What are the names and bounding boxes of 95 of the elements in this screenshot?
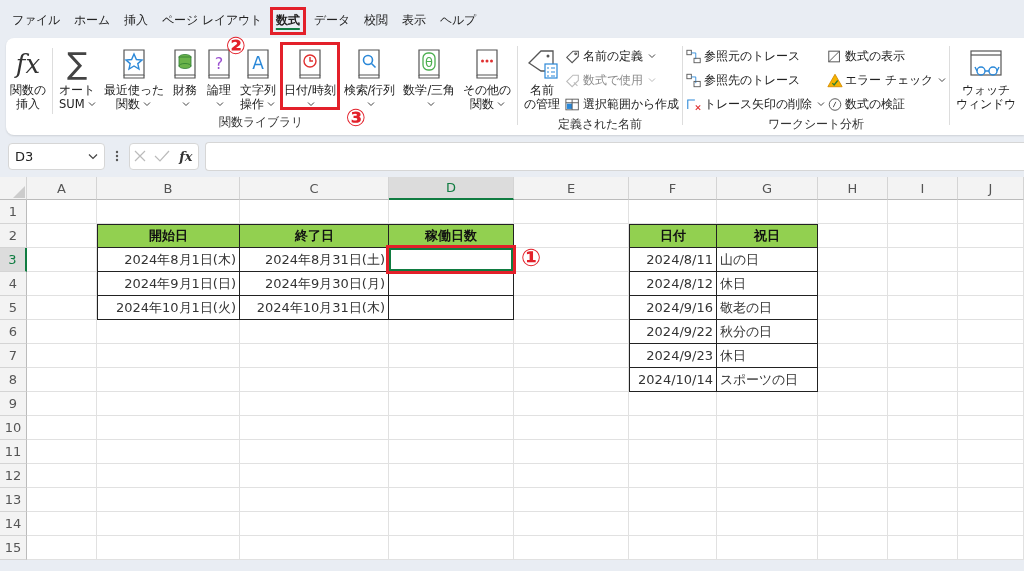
magnifier-book-icon	[356, 48, 383, 80]
ribbon-tab[interactable]: 挿入	[118, 7, 154, 35]
ribbon-tab[interactable]: 表示	[395, 7, 432, 35]
clock-book-icon	[296, 48, 323, 80]
ribbon-button[interactable]: 名前の定義	[564, 44, 681, 68]
row-header[interactable]: 1	[0, 200, 27, 224]
table-cell: 2024/9/22	[629, 320, 717, 344]
ribbon-button[interactable]: 選択範囲から作成	[564, 92, 681, 116]
ribbon-tab[interactable]: 校閲	[357, 7, 394, 35]
check-icon[interactable]	[154, 149, 171, 163]
table-cell: 2024年8月31日(土)	[240, 248, 389, 272]
ribbon-button[interactable]: ウォッチ ウィンドウ	[952, 42, 1021, 114]
ribbon-button[interactable]: 参照元のトレース	[685, 44, 827, 68]
row-header[interactable]: 3	[0, 248, 27, 272]
error-icon	[827, 72, 844, 88]
row-header[interactable]: 10	[0, 416, 27, 440]
star-book-icon	[120, 48, 147, 80]
table-cell: 2024年10月31日(木)	[240, 296, 389, 320]
ribbon-tab[interactable]: ファイル	[6, 7, 66, 35]
row-header[interactable]: 11	[0, 440, 27, 464]
table-cell: 2024/9/23	[629, 344, 717, 368]
column-header[interactable]: D	[389, 177, 514, 200]
ribbon-button[interactable]: その他の 関数	[459, 42, 516, 114]
column-header[interactable]: G	[717, 177, 818, 200]
table-cell: 終了日	[240, 224, 389, 248]
column-header[interactable]: J	[958, 177, 1024, 200]
table-cell: 2024/8/12	[629, 272, 717, 296]
table-cell: 休日	[717, 344, 818, 368]
table-cell: 開始日	[97, 224, 240, 248]
table-cell: 山の日	[717, 248, 818, 272]
ribbon-button[interactable]: 数式の表示	[826, 44, 948, 68]
row-header[interactable]: 9	[0, 392, 27, 416]
table-cell: 秋分の日	[717, 320, 818, 344]
row-header[interactable]: 12	[0, 464, 27, 488]
ribbon-button[interactable]: θ 数学/三角	[399, 42, 460, 110]
column-header[interactable]: A	[27, 177, 97, 200]
column-header[interactable]: I	[888, 177, 958, 200]
ribbon-tab[interactable]: ホーム	[68, 7, 116, 35]
ribbon-tab[interactable]: 数式	[269, 7, 306, 35]
ribbon-button[interactable]: エラー チェック	[826, 68, 948, 92]
table-cell: 2024/10/14	[629, 368, 717, 392]
table-cell: 2024年9月30日(月)	[240, 272, 389, 296]
ribbon-button[interactable]: 最近使った 関数	[99, 42, 168, 114]
table-cell: スポーツの日	[717, 368, 818, 392]
group-label: ワークシート分析	[768, 116, 865, 133]
sigma-icon: ∑	[67, 48, 88, 80]
tag-icon	[565, 48, 582, 64]
table-cell: 日付	[629, 224, 717, 248]
row-header[interactable]: 13	[0, 488, 27, 512]
ribbon-tab[interactable]: ヘルプ	[433, 7, 482, 35]
row-header[interactable]: 8	[0, 368, 27, 392]
ribbon-button[interactable]: fx 関数の 挿入	[6, 42, 50, 114]
row-header[interactable]: 5	[0, 296, 27, 320]
column-header[interactable]: C	[240, 177, 389, 200]
ribbon-button[interactable]: 数式の検証	[826, 92, 948, 116]
ribbon-tab[interactable]: ページ レイアウト	[156, 7, 268, 35]
callout-number: ③	[345, 106, 366, 130]
row-header[interactable]: 4	[0, 272, 27, 296]
table-cell: 2024年10月1日(火)	[97, 296, 240, 320]
table-cell: 2024/8/11	[629, 248, 717, 272]
ribbon-button[interactable]: 日付/時刻	[279, 42, 340, 110]
ribbon-button[interactable]: 名前 の管理	[520, 42, 565, 114]
table-cell: 祝日	[717, 224, 818, 248]
group-label: 関数ライブラリ	[218, 114, 303, 131]
column-header[interactable]: B	[97, 177, 240, 200]
database-book-icon	[171, 48, 198, 80]
row-header[interactable]: 7	[0, 344, 27, 368]
row-header[interactable]: 6	[0, 320, 27, 344]
table-cell: 稼働日数	[389, 224, 514, 248]
insert-function-button[interactable]: fx	[177, 148, 195, 164]
column-header[interactable]: E	[514, 177, 629, 200]
table-cell: 2024年9月1日(日)	[97, 272, 240, 296]
fx-icon: fx	[15, 49, 41, 79]
table-cell: 2024/9/16	[629, 296, 717, 320]
cancel-icon[interactable]	[133, 149, 148, 163]
table-cell: 敬老の日	[717, 296, 818, 320]
column-header[interactable]: H	[818, 177, 888, 200]
formula-input[interactable]	[205, 141, 1024, 171]
group-label: 定義された名前	[558, 116, 643, 133]
callout-number: ①	[521, 246, 542, 270]
ribbon-button[interactable]: 財務	[167, 42, 202, 110]
glasses-window-icon	[969, 49, 1004, 79]
row-header[interactable]: 15	[0, 536, 27, 560]
ribbon-button[interactable]: 参照先のトレース	[685, 68, 827, 92]
ribbon-tab[interactable]: データ	[307, 7, 356, 35]
table-cell: 2024年8月1日(木)	[97, 248, 240, 272]
row-header[interactable]: 2	[0, 224, 27, 248]
name-box[interactable]: D3	[8, 142, 105, 170]
column-header[interactable]: F	[629, 177, 717, 200]
row-header[interactable]: 14	[0, 512, 27, 536]
ribbon-button[interactable]: ∑ オート SUM	[55, 42, 100, 114]
more-icon[interactable]	[115, 149, 119, 163]
dots-book-icon	[474, 48, 501, 80]
table-cell: 休日	[717, 272, 818, 296]
ribbon-button[interactable]: トレース矢印の削除	[685, 92, 827, 116]
